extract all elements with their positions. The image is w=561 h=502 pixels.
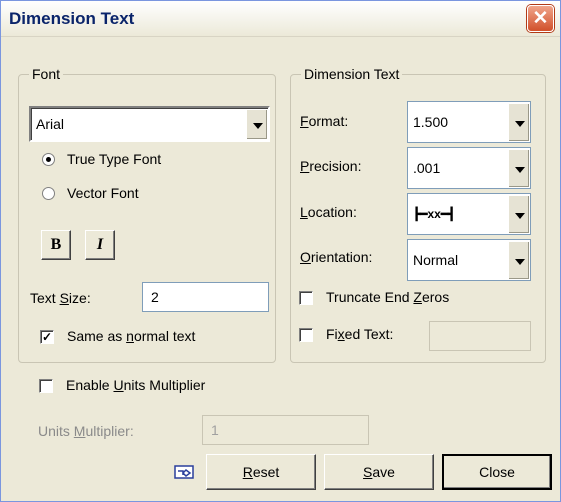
same-as-normal-text-label: Same as normal text [67, 328, 196, 344]
true-type-font-radio[interactable] [42, 153, 55, 166]
font-select[interactable]: Arial [29, 106, 270, 142]
title-bar[interactable]: Dimension Text ✕ [1, 1, 560, 37]
dimension-text-group-title: Dimension Text [301, 66, 403, 82]
orientation-label: Orientation: [300, 249, 373, 265]
chevron-down-icon[interactable] [508, 103, 529, 141]
truncate-end-zeros-checkbox[interactable] [299, 291, 313, 305]
help-icon[interactable] [174, 462, 196, 482]
location-label: Location: [300, 204, 357, 220]
true-type-font-label: True Type Font [67, 151, 162, 167]
fixed-text-input[interactable] [429, 321, 531, 351]
reset-button[interactable]: Reset [206, 454, 316, 490]
fixed-text-checkbox[interactable] [299, 328, 313, 342]
precision-value: .001 [413, 160, 441, 176]
format-value: 1.500 [413, 114, 449, 130]
format-label: Format: [300, 113, 349, 129]
dialog-title: Dimension Text [9, 9, 135, 28]
precision-label: Precision: [300, 158, 362, 174]
font-select-value: Arial [36, 116, 65, 132]
enable-units-multiplier-checkbox[interactable] [39, 379, 53, 393]
save-button[interactable]: Save [324, 454, 434, 490]
orientation-select[interactable]: Normal [407, 239, 531, 281]
chevron-down-icon[interactable] [508, 195, 529, 233]
units-multiplier-value: 1 [211, 422, 219, 438]
orientation-value: Normal [413, 252, 459, 268]
truncate-end-zeros-label: Truncate End Zeros [326, 289, 450, 305]
vector-font-radio[interactable] [42, 187, 55, 200]
dimension-text-dialog: Dimension Text ✕ Font Arial True Type Fo… [0, 0, 561, 502]
chevron-down-icon[interactable] [246, 109, 267, 139]
vector-font-label: Vector Font [67, 185, 139, 201]
text-size-value: 2 [151, 289, 159, 305]
units-multiplier-label: Units Multiplier: [38, 423, 134, 439]
chevron-down-icon[interactable] [508, 149, 529, 187]
close-window-button[interactable]: ✕ [527, 5, 554, 32]
bold-icon: B [50, 236, 62, 253]
same-as-normal-text-checkbox[interactable]: ✓ [40, 330, 54, 344]
fixed-text-label: Fixed Text: [326, 326, 394, 342]
bold-button[interactable]: B [41, 230, 71, 260]
chevron-down-icon[interactable] [508, 241, 529, 279]
units-multiplier-input[interactable]: 1 [202, 415, 369, 445]
font-group-title: Font [29, 66, 64, 82]
text-size-input[interactable]: 2 [142, 282, 269, 312]
italic-icon: I [96, 236, 104, 253]
text-size-label: Text Size: [30, 290, 91, 306]
location-select[interactable]: ┣━xx━┫ [407, 193, 531, 235]
italic-button[interactable]: I [85, 230, 115, 260]
close-button[interactable]: Close [442, 454, 552, 490]
enable-units-multiplier-label: Enable Units Multiplier [66, 377, 206, 393]
format-select[interactable]: 1.500 [407, 101, 531, 143]
location-value: ┣━xx━┫ [413, 207, 456, 221]
precision-select[interactable]: .001 [407, 147, 531, 189]
